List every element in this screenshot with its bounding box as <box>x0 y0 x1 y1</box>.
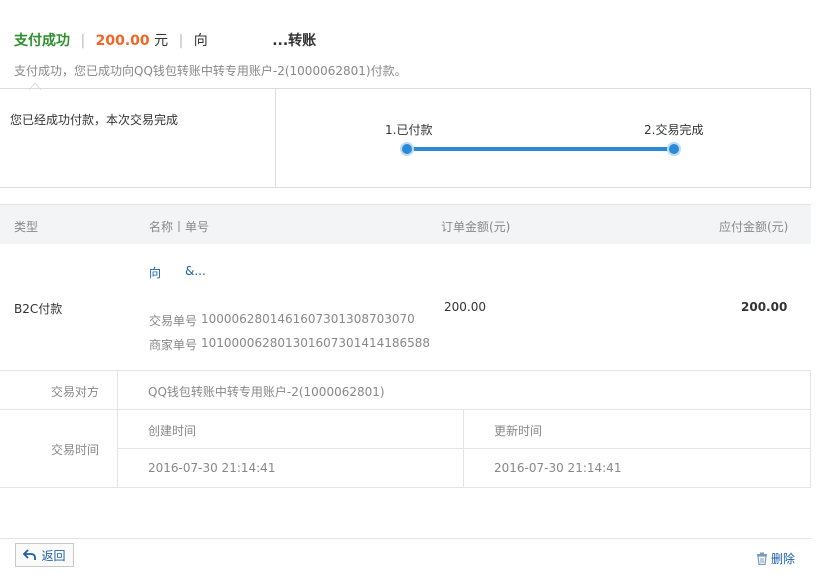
created-time-cell: 创建时间 2016-07-30 21:14:41 <box>118 410 464 487</box>
row-name-prefix[interactable]: 向 <box>149 264 161 281</box>
col-payable-amount: 应付金额(元) <box>719 220 789 234</box>
status-message-panel: 您已经成功付款，本次交易完成 <box>0 89 276 187</box>
created-time-value: 2016-07-30 21:14:41 <box>148 461 276 475</box>
progress-line <box>405 147 675 151</box>
header-separator: | <box>80 33 86 49</box>
trash-icon <box>757 552 767 565</box>
col-order-amount: 订单金额(元) <box>441 220 511 234</box>
col-type: 类型 <box>14 220 39 234</box>
row-order-amount: 200.00 <box>444 300 486 314</box>
row-type: B2C付款 <box>14 302 63 316</box>
payment-subtitle: 支付成功，您已成功向QQ钱包转账中转专用账户-2(1000062801)付款。 <box>14 64 407 78</box>
step-1-dot <box>400 142 414 156</box>
page-header: 支付成功 | 200.00 元 | 向 ...转账 <box>14 30 316 50</box>
payment-amount: 200.00 <box>95 33 150 49</box>
back-button-label: 返回 <box>41 548 66 563</box>
status-message: 您已经成功付款，本次交易完成 <box>10 113 179 127</box>
currency-unit: 元 <box>154 33 169 49</box>
updated-time-cell: 更新时间 2016-07-30 21:14:41 <box>464 410 810 487</box>
row-payable-amount: 200.00 <box>741 300 788 314</box>
back-arrow-icon <box>23 549 37 560</box>
trade-no-label: 交易单号 <box>149 314 198 328</box>
footer-divider <box>0 538 811 539</box>
step-1-label: 1.已付款 <box>385 123 433 137</box>
back-button[interactable]: 返回 <box>15 543 74 567</box>
payment-status: 支付成功 <box>14 33 70 49</box>
trade-time-label: 交易时间 <box>50 443 99 457</box>
trade-no: 1000062801461607301308703070 <box>201 312 415 326</box>
updated-time-label: 更新时间 <box>494 424 543 438</box>
header-separator-2: | <box>178 33 184 49</box>
counterparty-label-cell: 交易对方 <box>0 371 118 409</box>
merchant-no-label: 商家单号 <box>149 338 198 352</box>
table-row: B2C付款 向 &... 交易单号 1000062801461607301308… <box>0 244 811 371</box>
delete-label: 删除 <box>771 552 796 566</box>
counterparty-value: QQ钱包转账中转专用账户-2(1000062801) <box>148 385 385 399</box>
table-header: 类型 名称丨单号 订单金额(元) 应付金额(元) <box>0 204 811 244</box>
step-2-label: 2.交易完成 <box>644 123 704 137</box>
merchant-no: 101000062801301607301414186588 <box>201 336 431 350</box>
step-2-dot <box>667 142 681 156</box>
col-name-order: 名称丨单号 <box>149 220 210 234</box>
to-label: 向 <box>193 33 208 49</box>
trade-time-row: 交易时间 创建时间 2016-07-30 21:14:41 更新时间 2016-… <box>0 410 811 488</box>
status-panel: 您已经成功付款，本次交易完成 <box>0 88 811 188</box>
counterparty-label: 交易对方 <box>50 385 99 399</box>
updated-time-value: 2016-07-30 21:14:41 <box>494 461 622 475</box>
delete-link[interactable]: 删除 <box>756 550 795 567</box>
trade-time-label-cell: 交易时间 <box>0 410 118 487</box>
recipient-name: ...转账 <box>272 33 317 49</box>
row-name-link[interactable]: &... <box>185 264 206 278</box>
counterparty-row: 交易对方 QQ钱包转账中转专用账户-2(1000062801) <box>0 371 811 410</box>
created-time-label: 创建时间 <box>148 424 197 438</box>
